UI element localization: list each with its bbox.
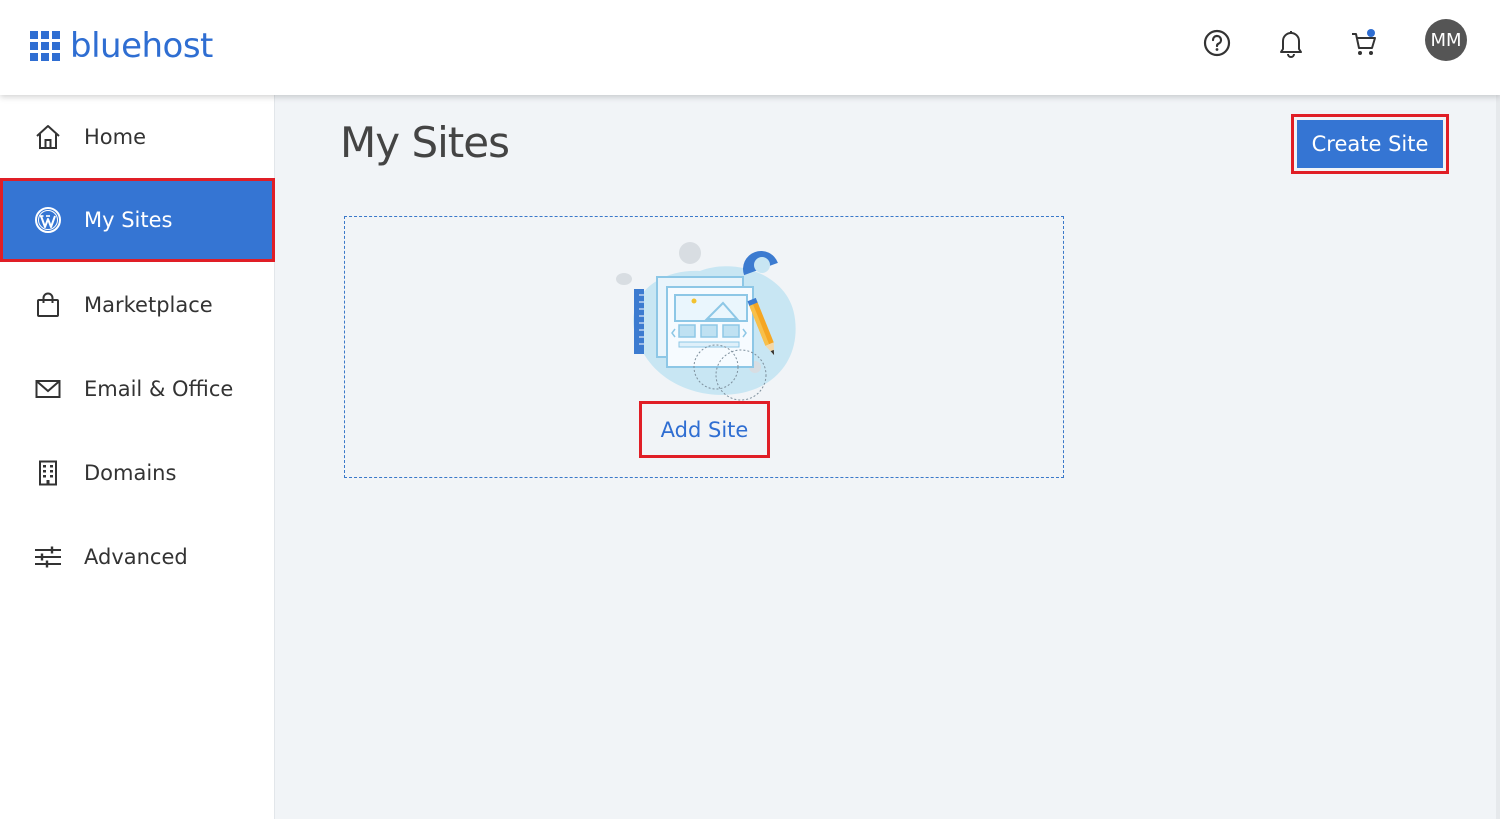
sidebar: Home My Sites Marketplace Email & Office… [0,95,275,819]
bluehost-logo[interactable]: bluehost [30,26,213,66]
add-site-highlight: Add Site [639,401,770,458]
home-icon [33,122,63,152]
sidebar-item-home[interactable]: Home [0,95,275,179]
add-site-card[interactable]: Add Site [344,216,1064,478]
sidebar-item-label: Advanced [84,545,188,569]
sliders-icon [33,542,63,572]
help-icon[interactable] [1201,27,1233,59]
sidebar-item-label: My Sites [84,208,173,232]
page-title: My Sites [340,118,510,167]
sidebar-item-label: Marketplace [84,293,213,317]
cart-notification-dot [1367,29,1375,37]
wordpress-icon [33,205,63,235]
sidebar-item-email-office[interactable]: Email & Office [0,347,275,431]
mail-icon [33,374,63,404]
website-builder-illustration [616,242,796,401]
scrollbar-track[interactable] [1496,95,1500,819]
shopping-bag-icon [33,290,63,320]
logo-grid-icon [30,31,60,61]
add-site-button[interactable]: Add Site [661,418,749,442]
logo-text: bluehost [70,26,213,66]
sidebar-item-label: Email & Office [84,377,234,401]
top-header: bluehost MM [0,0,1500,95]
avatar[interactable]: MM [1425,19,1467,61]
sidebar-item-advanced[interactable]: Advanced [0,515,275,599]
sidebar-item-my-sites[interactable]: My Sites [0,178,275,262]
create-site-button[interactable]: Create Site [1297,120,1443,168]
sidebar-item-label: Domains [84,461,177,485]
sidebar-item-domains[interactable]: Domains [0,431,275,515]
sidebar-item-label: Home [84,125,147,149]
create-site-highlight: Create Site [1291,114,1449,174]
sidebar-item-marketplace[interactable]: Marketplace [0,263,275,347]
cart-icon[interactable] [1348,27,1380,59]
bell-icon[interactable] [1275,27,1307,59]
building-icon [33,458,63,488]
